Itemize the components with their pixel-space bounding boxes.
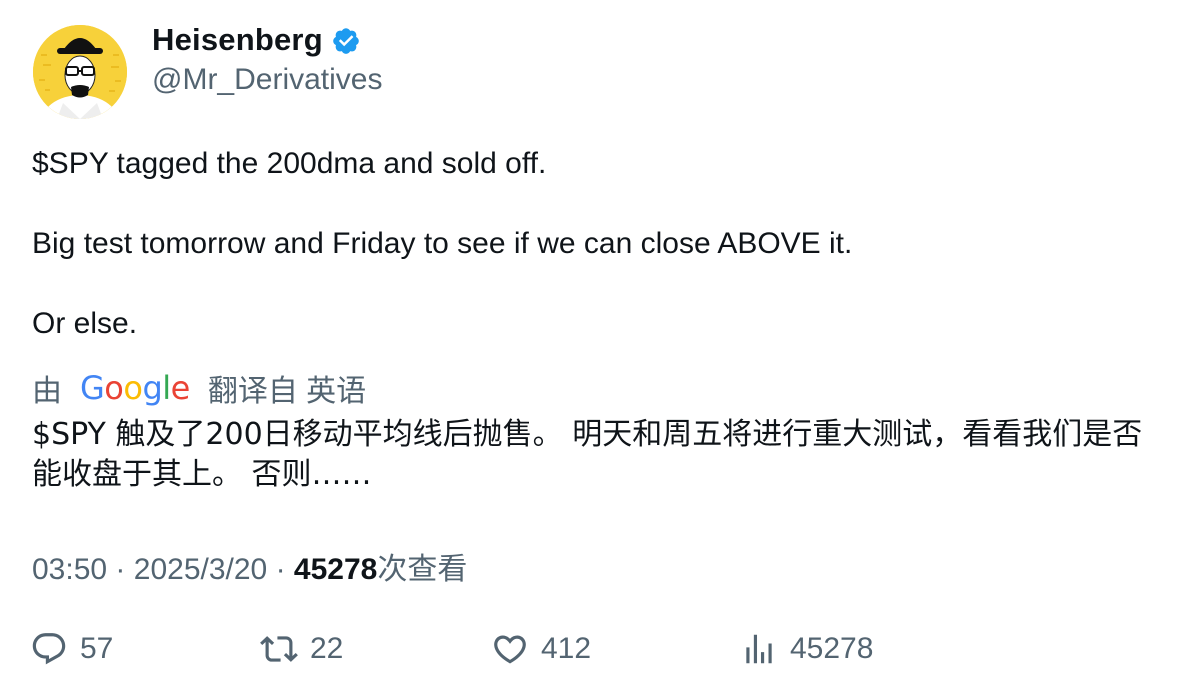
heisenberg-avatar-image xyxy=(33,25,127,119)
translated-text: $SPY 触及了200日移动平均线后抛售。 明天和周五将进行重大测试，看看我们是… xyxy=(32,417,1143,492)
translation-by-label: 由 xyxy=(32,375,62,408)
heart-icon xyxy=(494,635,526,664)
translation-attribution[interactable]: 由 Google 翻译自 英语 xyxy=(32,366,366,410)
views-count-action: 45278 xyxy=(790,632,874,665)
tweet-line: Or else. xyxy=(32,307,138,340)
reply-button[interactable]: 57 xyxy=(30,630,113,668)
retweet-count: 22 xyxy=(310,632,344,665)
author-display-name[interactable]: Heisenberg xyxy=(152,22,323,58)
tweet-time[interactable]: 03:50 xyxy=(32,553,107,586)
reply-count: 57 xyxy=(80,632,114,665)
retweet-button[interactable]: 22 xyxy=(260,630,343,668)
tweet-meta: 03:50 · 2025/3/20 · 45278次查看 xyxy=(32,544,467,588)
verified-badge-icon xyxy=(333,28,359,54)
meta-separator: · xyxy=(115,553,126,586)
author-handle[interactable]: @Mr_Derivatives xyxy=(152,63,383,97)
reply-icon xyxy=(32,633,66,665)
avatar[interactable] xyxy=(33,25,127,119)
views-count: 45278 xyxy=(293,553,378,586)
tweet-line: Big test tomorrow and Friday to see if w… xyxy=(32,227,853,260)
meta-separator: · xyxy=(275,553,286,586)
like-count: 412 xyxy=(541,632,592,665)
tweet-line: $SPY tagged the 200dma and sold off. xyxy=(32,147,547,180)
views-label: 次查看 xyxy=(377,552,468,587)
views-button[interactable]: 45278 xyxy=(740,630,873,668)
like-button[interactable]: 412 xyxy=(491,630,591,668)
google-logo: Google xyxy=(80,369,190,407)
translated-from-label: 翻译自 英语 xyxy=(207,375,367,408)
bar-chart-icon xyxy=(746,634,772,664)
tweet-text: $SPY tagged the 200dma and sold off. Big… xyxy=(32,144,1162,344)
action-bar: 57 22 412 45278 xyxy=(0,630,1196,678)
retweet-icon xyxy=(260,636,298,662)
tweet-date[interactable]: 2025/3/20 xyxy=(134,553,267,586)
